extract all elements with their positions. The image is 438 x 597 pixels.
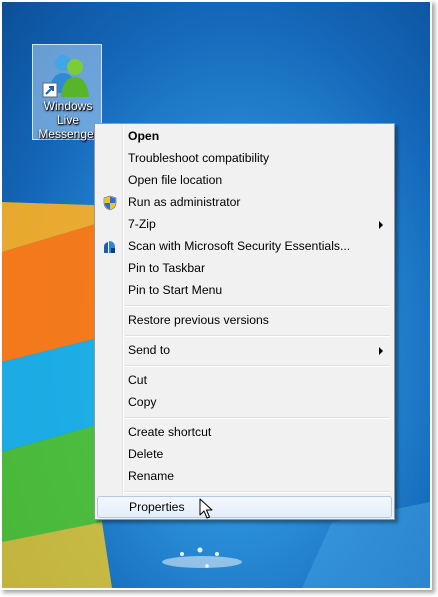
desktop-shortcut-windows-live-messenger[interactable]: Windows Live Messenger [32, 44, 102, 141]
menu-separator [125, 335, 390, 337]
menu-item-create-shortcut[interactable]: Create shortcut [97, 422, 392, 444]
menu-item-label: Rename [128, 469, 175, 483]
menu-item-label: Open [128, 129, 160, 143]
label-line: Windows [43, 99, 93, 113]
menu-separator [125, 365, 390, 367]
menu-item-send-to[interactable]: Send to [97, 340, 392, 362]
menu-item-label: Send to [128, 343, 171, 357]
security-essentials-icon [104, 241, 115, 253]
menu-item-label: 7-Zip [128, 217, 156, 231]
menu-item-rename[interactable]: Rename [97, 466, 392, 488]
menu-item-7zip[interactable]: 7-Zip [97, 214, 392, 236]
menu-item-delete[interactable]: Delete [97, 444, 392, 466]
menu-item-run-as-administrator[interactable]: Run as administrator [97, 192, 392, 214]
menu-item-scan-security-essentials[interactable]: Scan with Microsoft Security Essentials.… [97, 236, 392, 258]
menu-item-label: Pin to Start Menu [128, 283, 223, 297]
context-menu: Open Troubleshoot compatibility Open fil… [94, 123, 395, 520]
submenu-arrow-icon [379, 221, 383, 229]
submenu-arrow-icon [379, 347, 383, 355]
menu-item-label: Create shortcut [128, 425, 212, 439]
menu-item-label: Properties [129, 500, 185, 514]
windows-live-messenger-icon [42, 55, 89, 98]
menu-item-pin-to-taskbar[interactable]: Pin to Taskbar [97, 258, 392, 280]
menu-item-copy[interactable]: Copy [97, 392, 392, 414]
menu-item-troubleshoot-compatibility[interactable]: Troubleshoot compatibility [97, 148, 392, 170]
uac-shield-icon [103, 195, 117, 211]
menu-item-restore-previous-versions[interactable]: Restore previous versions [97, 310, 392, 332]
menu-item-open-file-location[interactable]: Open file location [97, 170, 392, 192]
menu-item-label: Cut [128, 373, 147, 387]
menu-item-label: Open file location [128, 173, 223, 187]
menu-item-label: Delete [128, 447, 164, 461]
menu-separator [125, 491, 390, 493]
mouse-cursor-icon [199, 498, 213, 519]
menu-separator [125, 417, 390, 419]
menu-item-label: Pin to Taskbar [128, 261, 206, 275]
menu-separator [125, 305, 390, 307]
menu-item-pin-to-start-menu[interactable]: Pin to Start Menu [97, 280, 392, 302]
menu-item-label: Troubleshoot compatibility [128, 151, 270, 165]
menu-item-label: Scan with Microsoft Security Essentials.… [128, 239, 351, 253]
menu-item-properties[interactable]: Properties [97, 496, 392, 518]
menu-item-label: Copy [128, 395, 157, 409]
menu-item-label: Run as administrator [128, 195, 241, 209]
menu-item-label: Restore previous versions [128, 313, 269, 327]
menu-item-open[interactable]: Open [97, 126, 392, 148]
menu-item-cut[interactable]: Cut [97, 370, 392, 392]
